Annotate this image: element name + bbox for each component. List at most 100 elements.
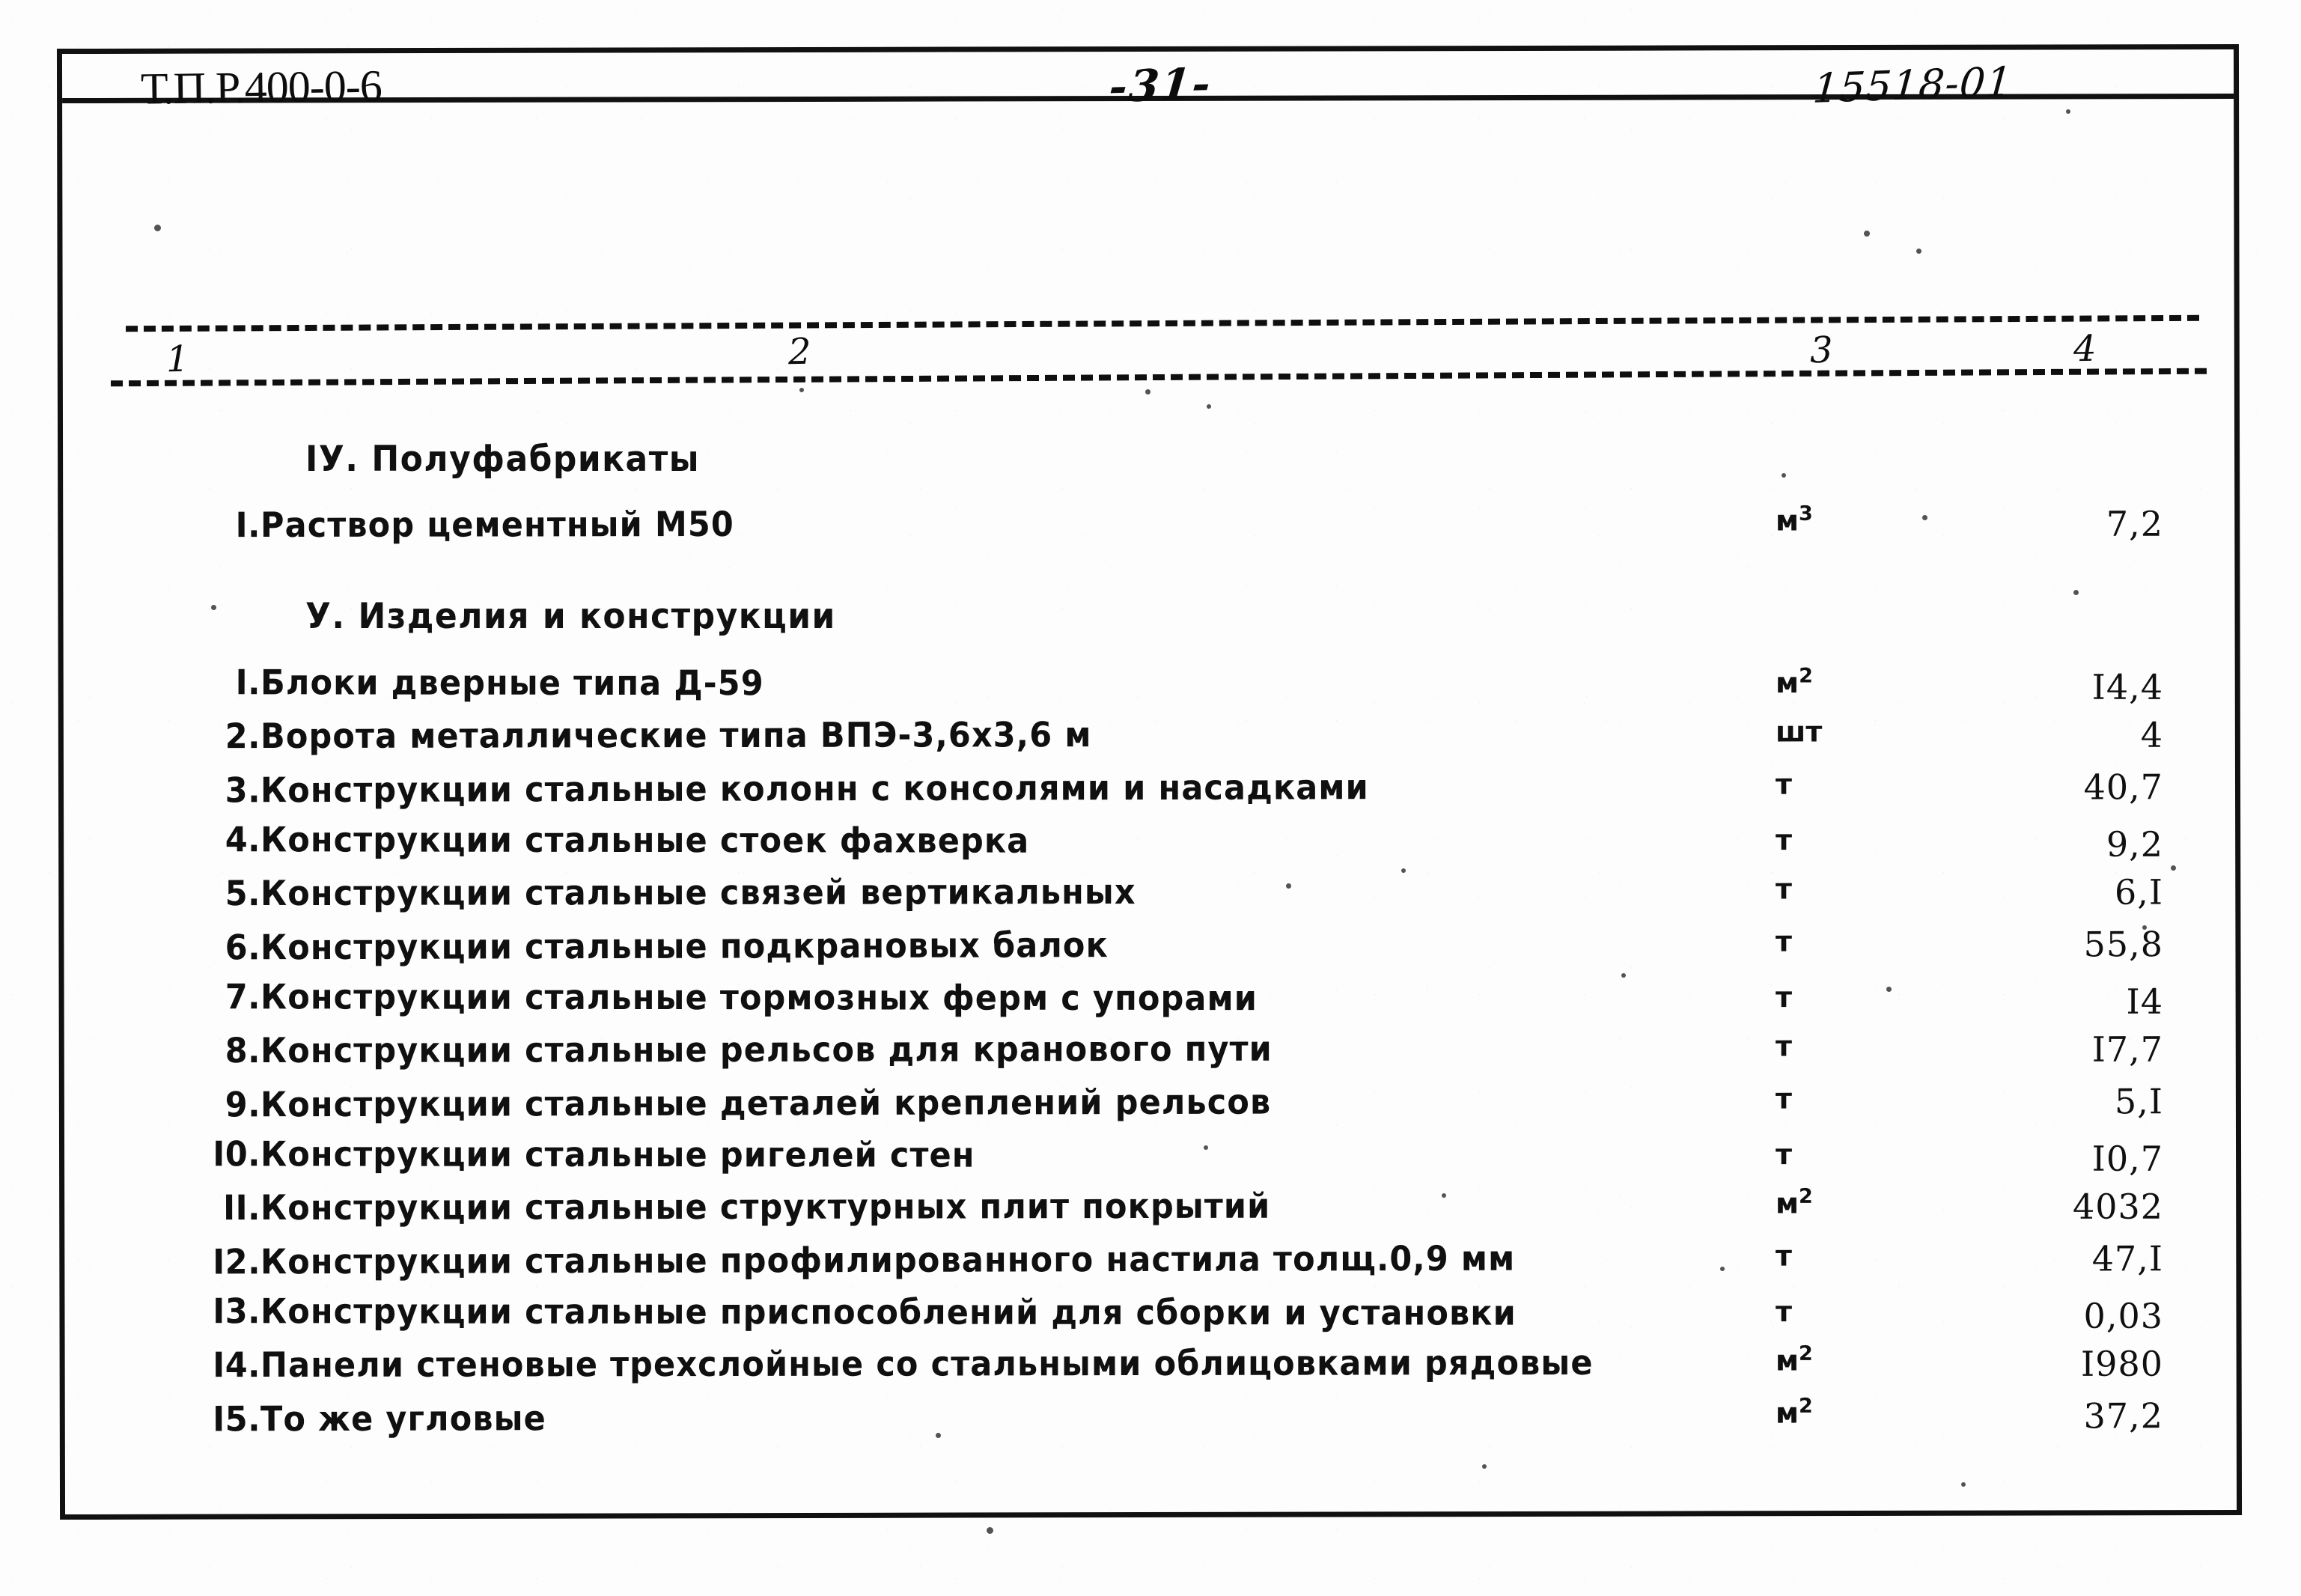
- row-number: I2.: [213, 1242, 261, 1283]
- scan-speck: [1886, 987, 1892, 992]
- row-value: 7,2: [2106, 503, 2164, 544]
- row-name: Конструкции стальные деталей креплений р…: [260, 1082, 1272, 1126]
- table-row: 3. Конструкции стальные колонн с консоля…: [0, 767, 2301, 815]
- row-name: То же угловые: [260, 1398, 546, 1440]
- row-name: Конструкции стальные приспособлений для …: [260, 1291, 1517, 1334]
- table-row: I4. Панели стеновые трехслойные со сталь…: [0, 1341, 2301, 1389]
- table-row: I0. Конструкции стальные ригелей стен т …: [0, 1134, 2301, 1181]
- row-number: I.: [235, 505, 261, 546]
- scan-speck: [1401, 868, 1406, 873]
- row-unit: т: [1775, 823, 1793, 857]
- row-number: 9.: [225, 1085, 261, 1126]
- row-unit: т: [1775, 1029, 1793, 1063]
- row-unit: т: [1775, 872, 1793, 906]
- row-unit: т: [1775, 1138, 1793, 1172]
- row-unit: т: [1775, 925, 1793, 958]
- scan-speck: [2073, 590, 2079, 595]
- scan-speck: [1720, 1267, 1725, 1271]
- row-value: 0,03: [2083, 1295, 2164, 1336]
- row-name: Панели стеновые трехслойные со стальными…: [260, 1343, 1594, 1386]
- scan-speck: [2066, 109, 2070, 114]
- row-unit: т: [1775, 1239, 1793, 1273]
- row-value: I4,4: [2091, 666, 2164, 707]
- table-row: II. Конструкции стальные структурных пли…: [0, 1184, 2301, 1231]
- row-number: 7.: [225, 977, 261, 1018]
- scan-speck: [1782, 473, 1786, 478]
- row-name: Конструкции стальные стоек фахверка: [260, 820, 1030, 862]
- table-row: 5. Конструкции стальные связей вертикаль…: [0, 871, 2301, 917]
- row-value: I980: [2080, 1343, 2164, 1384]
- row-value: 47,I: [2091, 1238, 2164, 1279]
- row-value: 5,I: [2114, 1081, 2164, 1122]
- row-value: 4032: [2072, 1186, 2164, 1227]
- scan-speck: [1153, 1109, 1157, 1114]
- row-number: 4.: [225, 820, 261, 861]
- row-number: I.: [235, 663, 261, 704]
- row-unit: м2: [1775, 664, 1813, 700]
- table-row: 9. Конструкции стальные деталей креплени…: [0, 1081, 2301, 1130]
- row-value: 55,8: [2083, 924, 2164, 965]
- section-heading-products: У. Изделия и конструкции: [305, 595, 836, 638]
- row-number: I0.: [213, 1134, 261, 1175]
- scan-speck: [799, 388, 804, 392]
- row-number: I4.: [213, 1345, 261, 1386]
- scan-speck: [1204, 1145, 1208, 1150]
- row-name: Конструкции стальные подкрановых балок: [260, 925, 1109, 969]
- row-unit: м2: [1775, 1341, 1813, 1377]
- row-name: Ворота металлические типа ВПЭ-3,6х3,6 м: [260, 715, 1092, 757]
- scan-speck: [211, 605, 216, 610]
- scan-speck: [1207, 404, 1211, 409]
- scan-speck: [987, 1527, 993, 1534]
- row-name: Конструкции стальные тормозных ферм с уп…: [260, 977, 1258, 1019]
- scan-speck: [936, 1433, 941, 1438]
- section-heading-semifinished: IУ. Полуфабрикаты: [305, 438, 701, 481]
- row-name: Конструкции стальные профилированного на…: [260, 1238, 1516, 1283]
- row-name: Конструкции стальные связей вертикальных: [260, 872, 1136, 914]
- row-name: Конструкции стальные колонн с консолями …: [260, 767, 1369, 811]
- row-value: 4: [2140, 714, 2164, 755]
- scan-speck: [1864, 231, 1870, 237]
- table-row: I5. То же угловые м2 37,2: [0, 1395, 2301, 1444]
- row-value: 6,I: [2114, 871, 2164, 913]
- scan-speck: [1286, 883, 1291, 889]
- row-number: 6.: [225, 928, 261, 969]
- scan-speck: [2142, 925, 2147, 930]
- scan-speck: [1145, 389, 1150, 395]
- scanned-page: Т.П.Р.400-0-6 -31- 15518-01 1 2 3 4 IУ. …: [0, 0, 2301, 1596]
- row-unit: т: [1775, 767, 1793, 801]
- materials-table: IУ. Полуфабрикаты I. Раствор цементный М…: [0, 0, 2301, 1596]
- scan-speck: [154, 225, 161, 231]
- table-row: I. Раствор цементный М50 м3 7,2: [0, 502, 2301, 549]
- row-value: 40,7: [2083, 767, 2164, 808]
- scan-speck: [1094, 1094, 1100, 1100]
- row-value: 37,2: [2083, 1395, 2164, 1437]
- scan-speck: [2171, 865, 2176, 871]
- scan-speck: [1442, 1193, 1446, 1198]
- row-unit: т: [1775, 981, 1793, 1014]
- table-row: I. Блоки дверные типа Д-59 м2 I4,4: [0, 663, 2301, 709]
- scan-speck: [1961, 1482, 1966, 1487]
- row-name: Конструкции стальные рельсов для краново…: [260, 1029, 1273, 1071]
- row-unit: м2: [1775, 1184, 1813, 1220]
- scan-speck: [1916, 249, 1921, 254]
- row-value: 9,2: [2106, 823, 2164, 865]
- row-name: Конструкции стальные структурных плит по…: [260, 1186, 1271, 1228]
- row-name: Конструкции стальные ригелей стен: [260, 1134, 975, 1176]
- table-row: 6. Конструкции стальные подкрановых бало…: [0, 924, 2301, 972]
- row-unit: м2: [1775, 1394, 1813, 1430]
- row-number: I5.: [213, 1399, 261, 1440]
- row-unit: м3: [1775, 502, 1813, 537]
- row-name: Блоки дверные типа Д-59: [260, 663, 764, 704]
- row-number: 3.: [225, 770, 261, 811]
- row-value: I0,7: [2091, 1138, 2164, 1179]
- row-unit: шт: [1775, 715, 1823, 749]
- row-number: II.: [223, 1188, 261, 1228]
- scan-speck: [1922, 515, 1927, 520]
- row-number: 8.: [225, 1031, 261, 1071]
- row-number: 2.: [225, 716, 261, 757]
- row-unit: т: [1775, 1082, 1793, 1115]
- table-row: 4. Конструкции стальные стоек фахверка т…: [0, 820, 2301, 866]
- table-row: 8. Конструкции стальные рельсов для кран…: [0, 1029, 2301, 1074]
- row-number: 5.: [225, 874, 261, 914]
- scan-speck: [1482, 1464, 1487, 1469]
